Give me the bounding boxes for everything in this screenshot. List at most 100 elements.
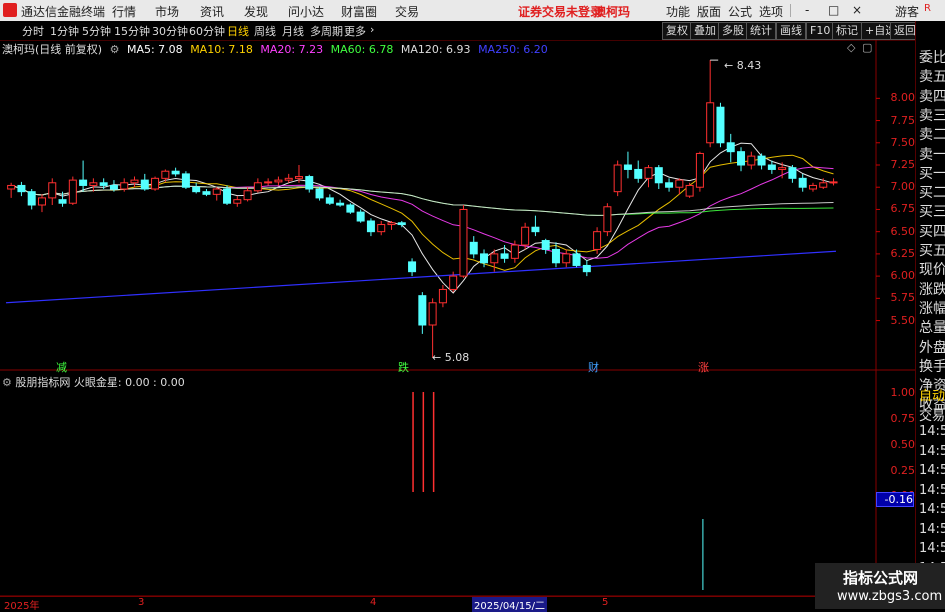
event-marker-cai[interactable]: 财 [588, 359, 599, 375]
candle-body [27, 191, 36, 206]
candle [808, 182, 817, 192]
trade-field-1: 交易 [919, 408, 945, 424]
settings-gear-icon[interactable]: ⚙ [110, 43, 120, 56]
quote-field-12: 涨跌 [919, 281, 945, 298]
indicator-label: 股朋指标网 火眼金星: 0.00 : 0.00 [15, 376, 185, 389]
candle-body [726, 142, 735, 153]
trade-field-8: 14:56 [919, 541, 945, 556]
watermark-url: www.zbgs3.com [837, 589, 943, 604]
candle [737, 147, 746, 172]
candle [726, 133, 735, 163]
date-axis: 2025年 3 4 2025/04/15/二 5 [0, 596, 915, 612]
candle [747, 151, 756, 170]
candle [572, 249, 581, 268]
candle-body [58, 199, 67, 204]
candle-body [325, 197, 334, 204]
ind-axis-label: 0.75 [890, 412, 916, 425]
candle [68, 176, 77, 205]
candle [397, 221, 406, 228]
candle [623, 151, 632, 179]
candle-body [551, 248, 560, 264]
candle-body [428, 302, 437, 326]
quote-field-6: 买一 [919, 165, 945, 182]
candle [757, 153, 766, 170]
quote-field-10: 买五 [919, 243, 945, 259]
candle-body [788, 167, 797, 179]
event-marker-jian[interactable]: 减 [56, 359, 67, 375]
quote-field-9: 买四 [919, 223, 945, 240]
quote-field-15: 外盘 [919, 339, 945, 356]
candle-body [418, 295, 427, 326]
candle [541, 238, 550, 254]
candle-body [500, 253, 509, 259]
candle-body [48, 182, 57, 199]
candle [685, 182, 694, 198]
candle-body [253, 182, 262, 192]
candle-body [387, 222, 396, 226]
quote-field-16: 换手 [919, 358, 945, 375]
quote-field-2: 卖四 [919, 88, 945, 105]
ind-axis-label: 0.25 [890, 464, 916, 477]
candle [37, 194, 46, 213]
candle [253, 178, 262, 193]
candle [79, 160, 88, 192]
candle [562, 249, 571, 268]
candle [233, 196, 242, 207]
candle [264, 178, 273, 186]
candle [171, 167, 180, 177]
candle-body [757, 155, 766, 166]
candle-body [449, 275, 458, 290]
candle [27, 189, 36, 210]
candle-body [582, 264, 591, 273]
candle [315, 187, 324, 201]
event-marker-die[interactable]: 跌 [398, 359, 409, 375]
candle-body [562, 253, 571, 264]
candle-body [521, 226, 530, 246]
quote-field-13: 涨幅 [919, 300, 945, 317]
candle-body [120, 182, 129, 190]
candle [665, 178, 674, 192]
candle-body [315, 188, 324, 199]
candle [48, 178, 57, 205]
trade-field-5: 14:56 [919, 482, 945, 498]
candle [829, 178, 838, 186]
ind-axis-label: 0.50 [890, 438, 916, 451]
price-axis-label: 6.00 [890, 269, 916, 283]
ma5-line [10, 142, 834, 294]
ma10-label: MA10: 7.18 [190, 43, 253, 56]
kline-chart[interactable] [0, 0, 915, 596]
event-marker-zhang[interactable]: 涨 [698, 359, 709, 375]
price-axis-label: 6.75 [890, 202, 916, 216]
candle [284, 173, 293, 183]
price-axis-label: 6.50 [890, 224, 916, 238]
diamond-icon[interactable]: ◇ [847, 41, 855, 54]
candle-body [778, 167, 787, 170]
candle [325, 194, 334, 205]
candle-body [7, 184, 16, 190]
settings-gear-icon[interactable]: ⚙ [2, 376, 12, 389]
candle-body [634, 168, 643, 179]
trade-field-7: 14:56 [919, 521, 945, 537]
ma20-label: MA20: 7.23 [260, 43, 324, 56]
candle-body [346, 204, 355, 213]
candle-body [68, 179, 77, 204]
date-label: 3 [138, 597, 145, 608]
candle-body [798, 177, 807, 188]
candle [202, 189, 211, 197]
candle-body [695, 152, 704, 188]
candle-body [294, 176, 303, 179]
quote-field-14: 总量 [919, 320, 945, 337]
candle-body [212, 188, 221, 195]
candle [192, 182, 201, 194]
quote-field-7: 买二 [919, 185, 945, 202]
candle [582, 260, 591, 277]
candle-body [438, 288, 447, 304]
candle [459, 205, 468, 278]
candle [151, 176, 160, 191]
candle-body [79, 179, 88, 186]
price-axis-label: 8.00 [890, 91, 916, 105]
candle [408, 258, 417, 277]
candle-body [603, 206, 612, 233]
restore-icon[interactable]: ▢ [862, 41, 872, 54]
candle [521, 222, 530, 250]
